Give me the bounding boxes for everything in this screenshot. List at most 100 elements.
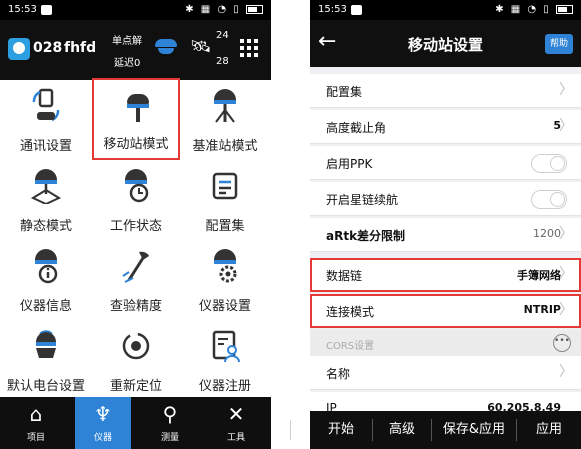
divider — [290, 420, 291, 440]
chevron-right-icon: 〉 — [559, 118, 573, 134]
nav-instrument[interactable]: ♆ 仪器 — [75, 397, 131, 449]
tile-static-mode[interactable]: 静态模式 — [2, 158, 90, 240]
base-station-icon — [210, 88, 240, 124]
row-enable-ppk: 启用PPK — [310, 146, 581, 180]
tile-instrument-register[interactable]: 仪器注册 — [181, 318, 269, 400]
satellites-tracked: 24 — [216, 30, 229, 41]
chevron-right-icon: 〉 — [559, 364, 573, 380]
more-options-icon[interactable]: ••• — [553, 334, 571, 352]
survey-icon: ⚲ — [162, 402, 178, 426]
chevron-right-icon: 〉 — [559, 226, 573, 242]
system-icons: ✱ ▦ ◔ ▯ — [495, 0, 573, 20]
nav-survey[interactable]: ⚲ 测量 — [142, 397, 198, 449]
row-value: NTRIP — [523, 303, 561, 316]
row-cutoff-angle[interactable]: 高度截止角 5 〉 — [310, 110, 581, 144]
advanced-button[interactable]: 高级 — [373, 411, 431, 449]
base-number: 028 — [33, 40, 63, 56]
tile-label: 重新定位 — [109, 379, 162, 394]
grid-menu-icon[interactable] — [240, 39, 258, 57]
config-set-icon — [210, 168, 240, 204]
communication-icon — [31, 88, 61, 124]
work-status-icon — [121, 168, 151, 204]
chevron-right-icon: 〉 — [559, 302, 573, 318]
tile-label: 仪器信息 — [19, 299, 72, 314]
row-config-set[interactable]: 配置集 〉 — [310, 74, 581, 108]
row-label: 连接模式 — [326, 305, 375, 319]
row-label: 名称 — [326, 367, 351, 381]
starlink-toggle[interactable] — [531, 190, 567, 209]
nav-label: 测量 — [160, 433, 179, 443]
receiver-status-icon[interactable] — [155, 39, 177, 57]
tile-relocate[interactable]: 重新定位 — [92, 318, 180, 400]
status-bar: 15:53 ✱ ▦ ◔ ▯ — [0, 0, 271, 20]
tile-label: 通讯设置 — [19, 139, 72, 154]
solution-status: 单点解 — [112, 36, 142, 47]
satellites-visible: 28 — [216, 56, 229, 67]
tile-config-set[interactable]: 配置集 — [181, 158, 269, 240]
bottom-action-bar: 开始 高级 保存&应用 应用 — [310, 411, 581, 449]
tile-work-status[interactable]: 工作状态 — [92, 158, 180, 240]
tile-base-mode[interactable]: 基准站模式 — [181, 78, 269, 160]
cors-section-header: CORS设置 ••• — [310, 330, 581, 356]
tile-label: 仪器注册 — [198, 379, 251, 394]
status-time: 15:53 — [8, 4, 37, 15]
project-icon: ⌂ — [29, 402, 43, 426]
instrument-settings-icon — [210, 248, 240, 284]
instrument-icon: ♆ — [94, 402, 112, 426]
tile-label: 基准站模式 — [192, 139, 258, 154]
section-label: CORS设置 — [326, 341, 375, 352]
row-value: 手簿网络 — [517, 269, 561, 282]
page-title: 移动站设置 — [407, 36, 483, 54]
system-icons: ✱ ▦ ◔ ▯ — [185, 0, 263, 20]
save-apply-button[interactable]: 保存&应用 — [432, 411, 516, 449]
relocate-icon — [121, 328, 151, 364]
start-button[interactable]: 开始 — [310, 411, 372, 449]
nav-project[interactable]: ⌂ 项目 — [8, 397, 64, 449]
app-logo-icon[interactable] — [8, 38, 30, 60]
row-label: 配置集 — [326, 85, 363, 99]
row-artk-limit[interactable]: aRtk差分限制 1200 〉 — [310, 218, 581, 252]
row-label: 高度截止角 — [326, 121, 387, 135]
accuracy-check-icon — [121, 248, 151, 284]
tile-label: 配置集 — [205, 219, 245, 234]
instrument-status-header: 028 fhfd 单点解 延迟0 🛰 24 28 — [0, 20, 271, 80]
ppk-toggle[interactable] — [531, 154, 567, 173]
rover-receiver-icon — [123, 90, 153, 126]
row-label: aRtk差分限制 — [326, 229, 406, 243]
notification-icon — [351, 5, 362, 15]
nav-label: 项目 — [26, 433, 45, 443]
row-cors-name[interactable]: 名称 〉 — [310, 356, 581, 390]
tile-accuracy-check[interactable]: 查验精度 — [92, 238, 180, 320]
row-connection-mode[interactable]: 连接模式 NTRIP 〉 — [310, 294, 581, 328]
tile-rover-mode[interactable]: 移动站模式 — [92, 78, 180, 160]
row-label: 开启星链续航 — [326, 193, 399, 207]
tools-icon: ✕ — [227, 402, 245, 426]
tile-communication[interactable]: 通讯设置 — [2, 78, 90, 160]
row-value: 1200 — [533, 227, 561, 240]
bottom-nav: ⌂ 项目 ♆ 仪器 ⚲ 测量 ✕ 工具 — [0, 397, 271, 449]
device-code: fhfd — [64, 40, 97, 56]
rover-settings-screen: 15:53 ✱ ▦ ◔ ▯ ← 移动站设置 帮助 配置集 〉 高度截止角 5 〉… — [310, 0, 581, 449]
tile-label: 工作状态 — [109, 219, 162, 234]
battery-icon — [246, 4, 263, 14]
row-datalink[interactable]: 数据链 手簿网络 〉 — [310, 258, 581, 292]
notification-icon — [41, 5, 52, 15]
row-label: 启用PPK — [326, 157, 373, 171]
tile-label: 静态模式 — [19, 219, 72, 234]
nav-label: 仪器 — [93, 433, 112, 443]
tile-instrument-info[interactable]: 仪器信息 — [2, 238, 90, 320]
instrument-screen: 15:53 ✱ ▦ ◔ ▯ 028 fhfd 单点解 延迟0 🛰 24 28 通… — [0, 0, 271, 449]
page-header: ← 移动站设置 帮助 — [310, 20, 581, 67]
nav-label: 工具 — [226, 433, 245, 443]
help-button[interactable]: 帮助 — [545, 34, 573, 54]
satellite-icon: 🛰 — [190, 37, 212, 57]
tile-default-radio[interactable]: 默认电台设置 — [2, 318, 90, 400]
tile-label: 默认电台设置 — [6, 379, 85, 394]
delay-status: 延迟0 — [114, 58, 141, 69]
row-label: 数据链 — [326, 269, 363, 283]
tile-instrument-settings[interactable]: 仪器设置 — [181, 238, 269, 320]
apply-button[interactable]: 应用 — [517, 411, 581, 449]
status-bar: 15:53 ✱ ▦ ◔ ▯ — [310, 0, 581, 20]
tile-label: 仪器设置 — [198, 299, 251, 314]
nav-tools[interactable]: ✕ 工具 — [208, 397, 264, 449]
